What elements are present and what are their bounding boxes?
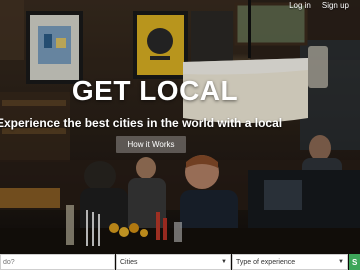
search-bar: Cities ▼ Type of experience ▼ S bbox=[0, 254, 360, 270]
signup-link[interactable]: Sign up bbox=[322, 1, 349, 11]
cities-select-label: Cities bbox=[120, 258, 138, 266]
hero-banner: Log in Sign up GET LOCAL Experience the … bbox=[0, 0, 360, 270]
chevron-down-icon: ▼ bbox=[221, 259, 227, 265]
keyword-field bbox=[0, 254, 115, 270]
search-button[interactable]: S bbox=[349, 254, 360, 270]
top-navigation: Log in Sign up bbox=[289, 0, 360, 12]
keyword-search-input[interactable] bbox=[1, 258, 114, 266]
chevron-down-icon: ▼ bbox=[338, 259, 344, 265]
experience-type-select[interactable]: Type of experience ▼ bbox=[232, 254, 348, 270]
hero-subtitle: Experience the best cities in the world … bbox=[0, 116, 283, 130]
cities-select[interactable]: Cities ▼ bbox=[116, 254, 231, 270]
login-link[interactable]: Log in bbox=[289, 1, 311, 11]
hero-background-photo bbox=[0, 0, 360, 270]
how-it-works-button[interactable]: How it Works bbox=[116, 136, 186, 153]
experience-type-select-label: Type of experience bbox=[236, 258, 296, 266]
hero-title: GET LOCAL bbox=[71, 75, 239, 106]
